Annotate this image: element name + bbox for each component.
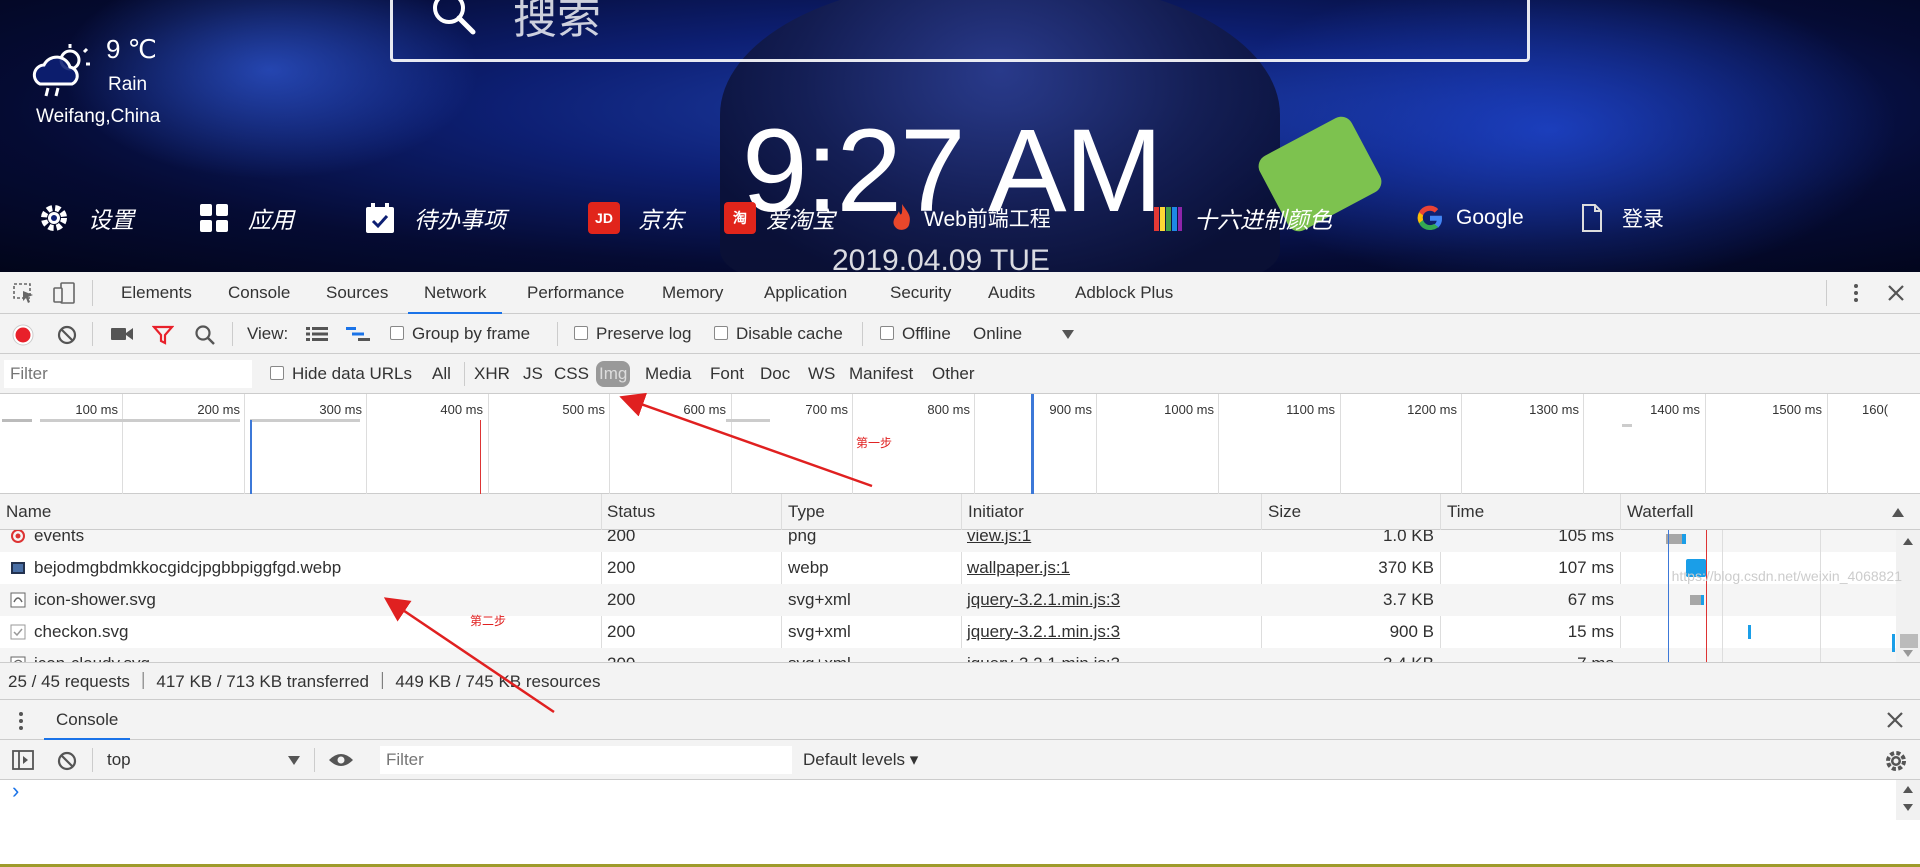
watermark: https://blog.csdn.net/weixin_4068821 [1671,568,1902,584]
annotation-step-2: 第二步 [470,614,507,628]
annotation-arrows [383,392,873,714]
annotation-step-1: 第一步 [856,436,893,450]
